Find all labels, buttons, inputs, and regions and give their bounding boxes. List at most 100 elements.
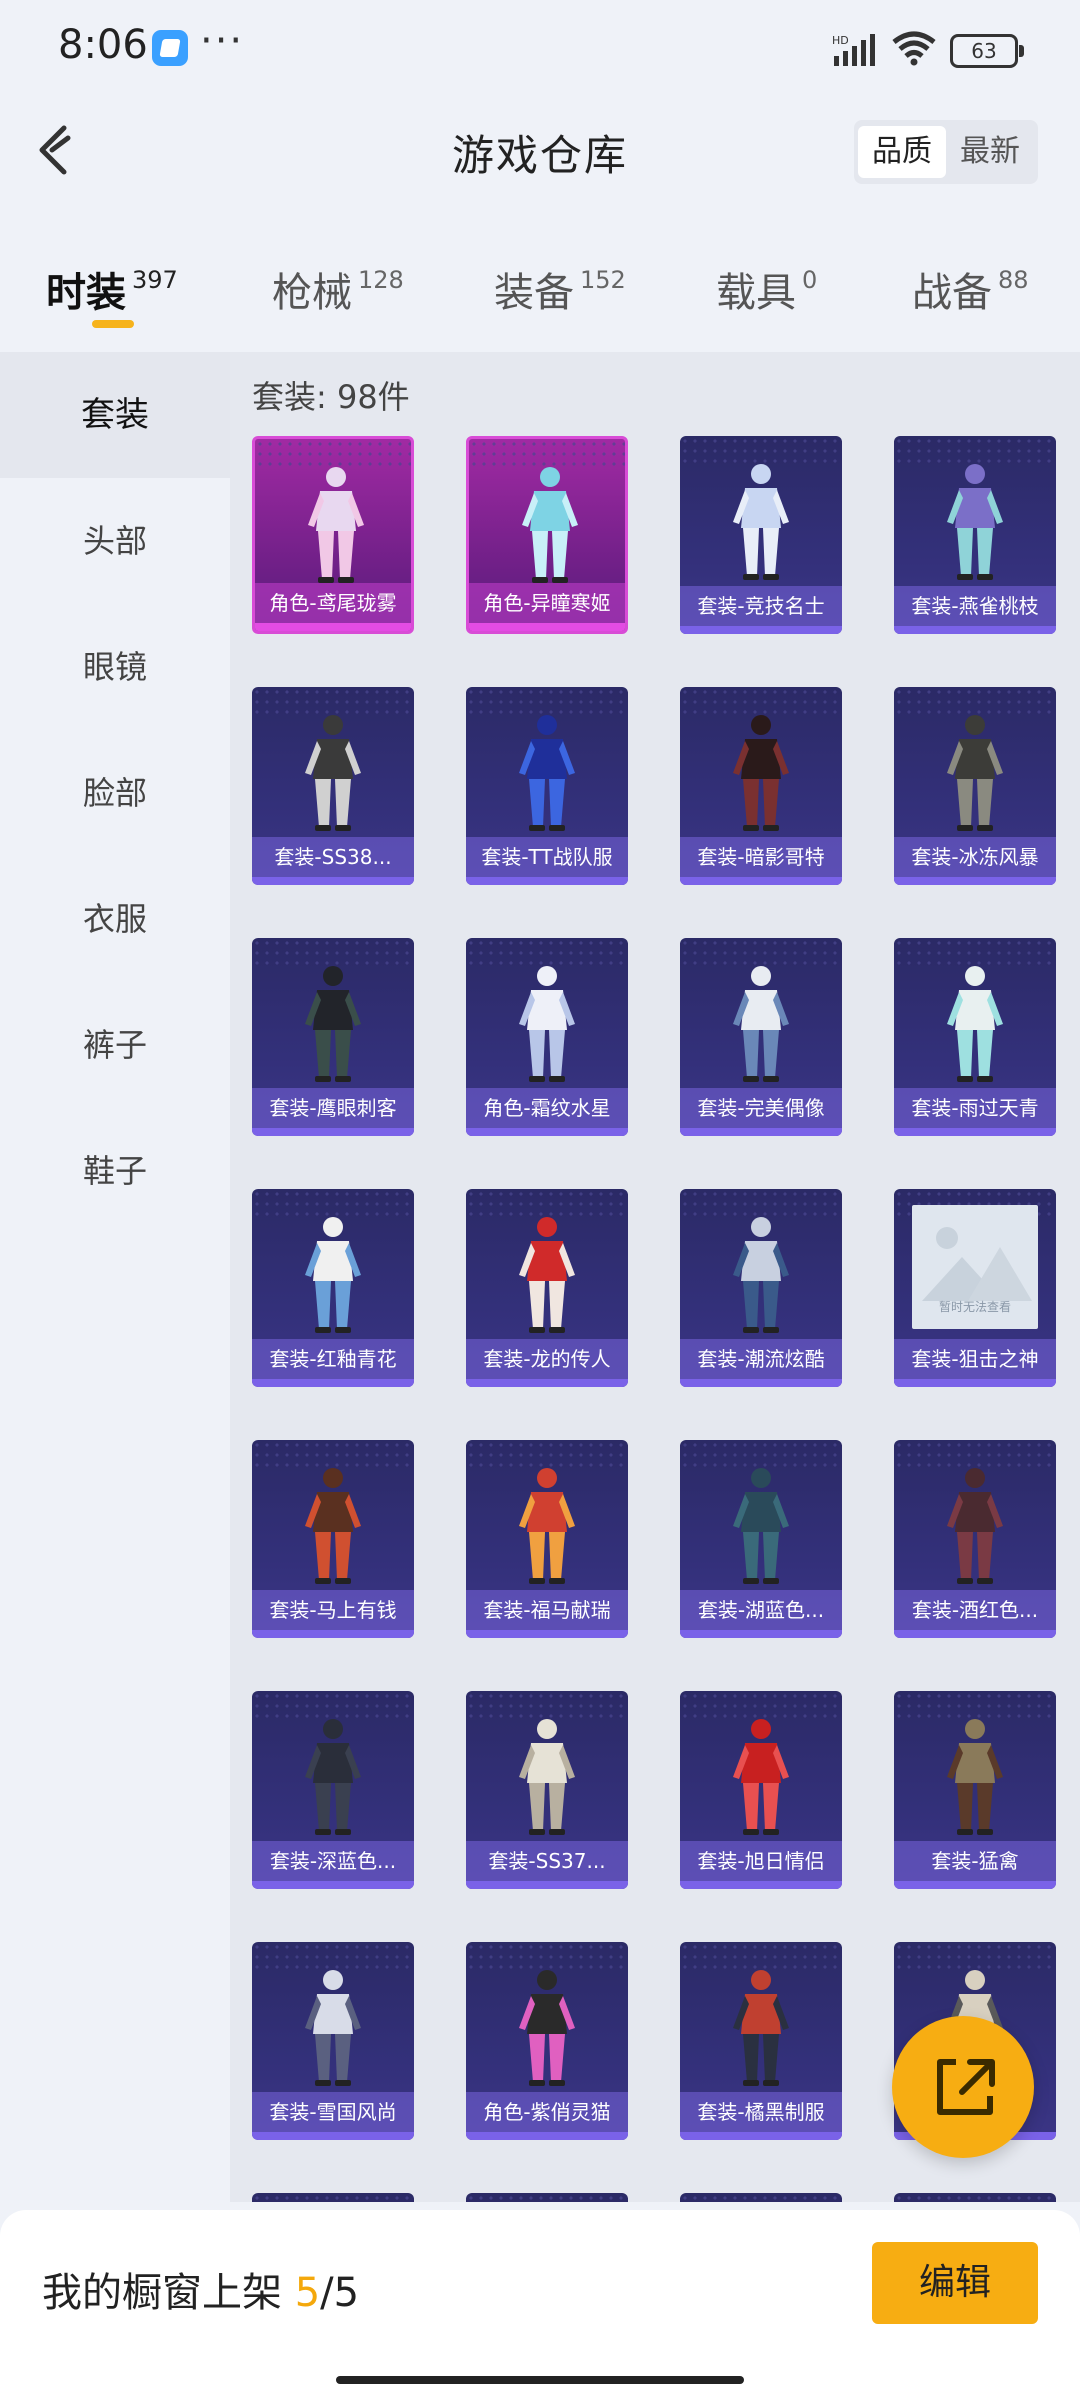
rarity-stripe	[466, 877, 628, 885]
item-label: 套装-深蓝色...	[252, 1841, 414, 1881]
item-card[interactable]: 角色-紫俏灵猫	[466, 1942, 628, 2140]
sidebar-item-pants[interactable]: 裤子	[0, 982, 230, 1108]
idol-outfit-icon	[733, 966, 789, 1082]
rarity-stripe	[680, 2132, 842, 2140]
wifi-icon	[892, 31, 936, 66]
snow-couple-outfit-icon	[305, 1970, 361, 2086]
pink-dress-character-icon	[308, 467, 364, 583]
horse-mask-character-icon	[305, 1468, 361, 1584]
rarity-stripe	[466, 2132, 628, 2140]
item-card[interactable]: 套装-湖蓝色...	[680, 1440, 842, 1638]
item-label: 角色-鸢尾珑雾	[255, 583, 411, 623]
sidebar-item-clothes[interactable]: 衣服	[0, 856, 230, 982]
item-label: 套装-暗影哥特	[680, 837, 842, 877]
item-card[interactable]: 套装-SS37...	[466, 1691, 628, 1889]
item-label: 套装-燕雀桃枝	[894, 586, 1056, 626]
sidebar-item-glasses[interactable]: 眼镜	[0, 604, 230, 730]
tab-vehicles[interactable]: 载具 0	[716, 260, 817, 318]
rarity-stripe	[252, 1630, 414, 1638]
rarity-stripe	[252, 1881, 414, 1889]
item-card[interactable]: 角色-异瞳寒姬	[466, 436, 628, 634]
item-label: 套装-马上有钱	[252, 1590, 414, 1630]
festive-couple-outfit-icon	[519, 1468, 575, 1584]
svg-text:HD: HD	[832, 34, 849, 47]
item-card[interactable]: 套装-竞技名士	[680, 436, 842, 634]
item-label: 套装-雨过天青	[894, 1088, 1056, 1128]
item-card[interactable]: 套装-燕雀桃枝	[894, 436, 1056, 634]
item-label: 角色-紫俏灵猫	[466, 2092, 628, 2132]
item-label: 角色-霜纹水星	[466, 1088, 628, 1128]
item-card[interactable]: 套装-鹰眼刺客	[252, 938, 414, 1136]
item-card[interactable]: 套装-猛禽	[894, 1691, 1056, 1889]
item-card[interactable]	[466, 2193, 628, 2202]
battery-icon: 63	[950, 34, 1024, 68]
shelf-status: 我的橱窗上架 5/5	[42, 2270, 360, 2316]
item-card[interactable]: 套装-暗影哥特	[680, 687, 842, 885]
item-card[interactable]: 套装-深蓝色...	[252, 1691, 414, 1889]
item-card[interactable]: 套装-冰冻风暴	[894, 687, 1056, 885]
rarity-stripe	[466, 1128, 628, 1136]
red-hoodie-outfit-icon	[733, 1719, 789, 1835]
white-gown-character-icon	[519, 966, 575, 1082]
item-card[interactable]	[252, 2193, 414, 2202]
rarity-stripe	[680, 1630, 842, 1638]
item-card[interactable]: 套装-酒红色...	[894, 1440, 1056, 1638]
item-grid-panel[interactable]: 套装: 98件 角色-鸢尾珑雾 角色-异瞳寒姬 套装-竞技名士 套装-燕雀桃枝 套装-S…	[230, 352, 1080, 2202]
item-label: 套装-旭日情侣	[680, 1841, 842, 1881]
item-card[interactable]: 套装-潮流炫酷	[680, 1189, 842, 1387]
item-card[interactable]: 套装-马上有钱	[252, 1440, 414, 1638]
item-card[interactable]	[894, 2193, 1056, 2202]
armor-outfit-icon	[947, 715, 1003, 831]
status-time: 8:06	[58, 22, 148, 68]
sort-quality-button[interactable]: 品质	[858, 126, 946, 178]
sidebar-item-head[interactable]: 头部	[0, 478, 230, 604]
item-card[interactable]: 套装-雨过天青	[894, 938, 1056, 1136]
sidebar-item-face[interactable]: 脸部	[0, 730, 230, 856]
edit-button[interactable]: 编辑	[872, 2242, 1038, 2324]
navy-suit-outfit-icon	[305, 1719, 361, 1835]
tab-war-prep[interactable]: 战备 88	[912, 260, 1029, 318]
jacket-pants-outfit-icon	[733, 464, 789, 580]
item-label: 套装-SS37...	[466, 1841, 628, 1881]
subcategory-sidebar: 套装 头部 眼镜 脸部 衣服 裤子 鞋子	[0, 352, 230, 2202]
twin-hanfu-outfit-icon	[947, 464, 1003, 580]
rarity-stripe	[252, 2132, 414, 2140]
street-outfit-icon	[733, 1217, 789, 1333]
active-tab-indicator	[92, 320, 134, 328]
item-card[interactable]: 套装-橘黑制服	[680, 1942, 842, 2140]
rarity-stripe	[680, 1379, 842, 1387]
share-export-icon	[937, 2059, 995, 2115]
sidebar-item-shoes[interactable]: 鞋子	[0, 1108, 230, 1234]
item-label: 套装-鹰眼刺客	[252, 1088, 414, 1128]
tab-firearms[interactable]: 枪械 128	[272, 260, 404, 318]
item-label: 套装-TT战队服	[466, 837, 628, 877]
sort-newest-button[interactable]: 最新	[946, 126, 1034, 178]
item-card[interactable]: 角色-霜纹水星	[466, 938, 628, 1136]
item-label: 套装-酒红色...	[894, 1590, 1056, 1630]
item-card[interactable]: 套装-完美偶像	[680, 938, 842, 1136]
item-card[interactable]: 套装-SS38...	[252, 687, 414, 885]
item-label: 套装-竞技名士	[680, 586, 842, 626]
item-card[interactable]: 套装-TT战队服	[466, 687, 628, 885]
item-card[interactable]: 套装-福马献瑞	[466, 1440, 628, 1638]
item-card[interactable]: 套装-旭日情侣	[680, 1691, 842, 1889]
item-card[interactable]: 角色-鸢尾珑雾	[252, 436, 414, 634]
rarity-stripe	[252, 877, 414, 885]
sidebar-item-suits[interactable]: 套装	[0, 352, 230, 478]
tab-equipment[interactable]: 装备 152	[494, 260, 626, 318]
item-card[interactable]: 套装-狙击之神	[894, 1189, 1056, 1387]
app-notification-icon	[152, 30, 188, 66]
item-card[interactable]: 套装-雪国风尚	[252, 1942, 414, 2140]
rarity-stripe	[894, 1881, 1056, 1889]
item-card[interactable]	[680, 2193, 842, 2202]
item-card[interactable]: 套装-红釉青花	[252, 1189, 414, 1387]
item-label: 套装-雪国风尚	[252, 2092, 414, 2132]
uniform-outfit-icon	[733, 1970, 789, 2086]
item-card[interactable]: 套装-龙的传人	[466, 1189, 628, 1387]
signal-icon: HD	[832, 34, 875, 66]
wine-suit-outfit-icon	[947, 1468, 1003, 1584]
bottom-bar: 我的橱窗上架 5/5 编辑	[0, 2210, 1080, 2400]
tab-fashion[interactable]: 时装 397	[46, 260, 178, 318]
item-label: 套装-冰冻风暴	[894, 837, 1056, 877]
share-button[interactable]	[892, 2016, 1034, 2158]
